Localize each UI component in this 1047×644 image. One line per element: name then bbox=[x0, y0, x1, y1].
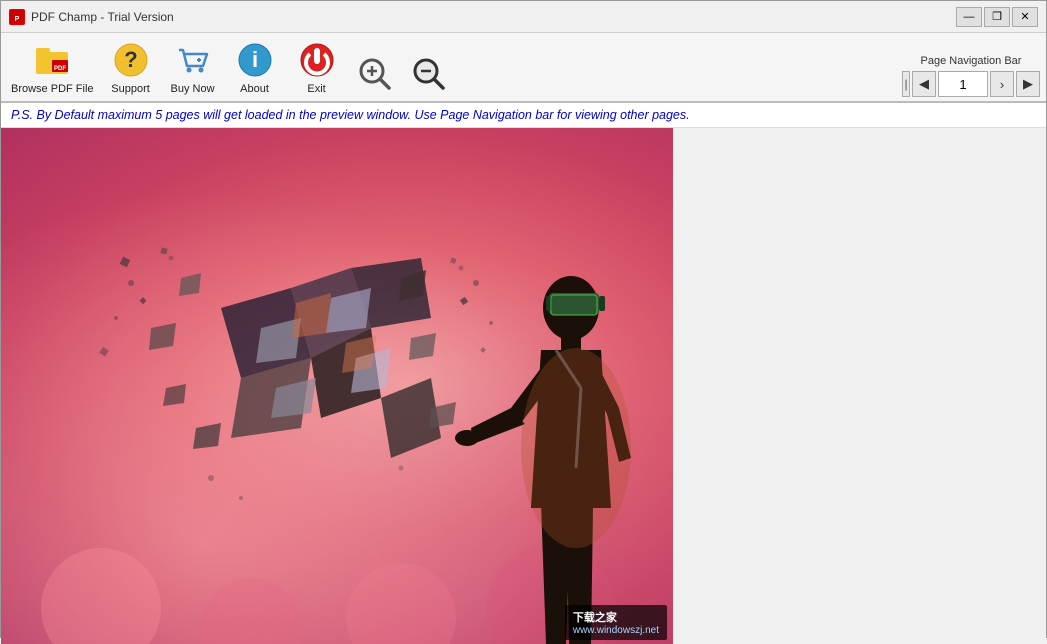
exit-button[interactable]: Exit bbox=[288, 37, 346, 97]
info-bar: P.S. By Default maximum 5 pages will get… bbox=[1, 103, 1046, 128]
window-title: PDF Champ - Trial Version bbox=[31, 10, 174, 24]
right-panel bbox=[673, 128, 1046, 644]
exit-icon bbox=[296, 39, 338, 81]
browse-pdf-icon: PDF bbox=[31, 39, 73, 81]
nav-last-button[interactable]: ▶ bbox=[1016, 71, 1040, 97]
art-svg bbox=[1, 128, 673, 644]
zoom-out-button[interactable] bbox=[404, 51, 454, 97]
buy-now-label: Buy Now bbox=[171, 83, 215, 95]
browse-pdf-button[interactable]: PDF Browse PDF File bbox=[7, 37, 98, 97]
title-bar-controls[interactable]: — ❒ ✕ bbox=[956, 7, 1038, 27]
title-bar: P PDF Champ - Trial Version — ❒ ✕ bbox=[1, 1, 1046, 33]
watermark-line1: 下载之家 bbox=[573, 609, 659, 625]
title-bar-left: P PDF Champ - Trial Version bbox=[9, 9, 174, 25]
zoom-in-button[interactable] bbox=[350, 51, 400, 97]
svg-text:PDF: PDF bbox=[54, 66, 66, 72]
nav-next-button[interactable]: › bbox=[990, 71, 1014, 97]
page-number-input[interactable] bbox=[938, 71, 988, 97]
nav-bar-label: Page Navigation Bar bbox=[921, 55, 1022, 67]
support-label: Support bbox=[111, 83, 150, 95]
app-icon: P bbox=[9, 9, 25, 25]
browse-pdf-label: Browse PDF File bbox=[11, 83, 94, 95]
nav-controls[interactable]: | ◀ › ▶ bbox=[902, 71, 1040, 97]
nav-first-button[interactable]: ◀ bbox=[912, 71, 936, 97]
pdf-preview: 下载之家 www.windowszj.net bbox=[1, 128, 673, 644]
close-button[interactable]: ✕ bbox=[1012, 7, 1038, 27]
about-button[interactable]: i About bbox=[226, 37, 284, 97]
exit-label: Exit bbox=[307, 83, 325, 95]
art-image: 下载之家 www.windowszj.net bbox=[1, 128, 673, 644]
support-icon: ? bbox=[110, 39, 152, 81]
svg-text:P: P bbox=[15, 16, 20, 23]
support-button[interactable]: ? Support bbox=[102, 37, 160, 97]
nav-pipe: | bbox=[902, 71, 910, 97]
watermark: 下载之家 www.windowszj.net bbox=[565, 605, 667, 640]
buy-now-button[interactable]: Buy Now bbox=[164, 37, 222, 97]
info-message: P.S. By Default maximum 5 pages will get… bbox=[11, 108, 690, 122]
svg-text:?: ? bbox=[124, 47, 137, 72]
zoom-in-icon bbox=[354, 53, 396, 95]
page-navigation-bar: Page Navigation Bar | ◀ › ▶ bbox=[902, 55, 1040, 97]
watermark-line2: www.windowszj.net bbox=[573, 625, 659, 636]
content-area: 下载之家 www.windowszj.net bbox=[1, 128, 1046, 644]
buy-now-icon bbox=[172, 39, 214, 81]
svg-text:i: i bbox=[251, 47, 257, 72]
about-icon: i bbox=[234, 39, 276, 81]
restore-button[interactable]: ❒ bbox=[984, 7, 1010, 27]
about-label: About bbox=[240, 83, 269, 95]
zoom-out-icon bbox=[408, 53, 450, 95]
minimize-button[interactable]: — bbox=[956, 7, 982, 27]
toolbar: PDF Browse PDF File ? Support Buy Now bbox=[1, 33, 1046, 103]
